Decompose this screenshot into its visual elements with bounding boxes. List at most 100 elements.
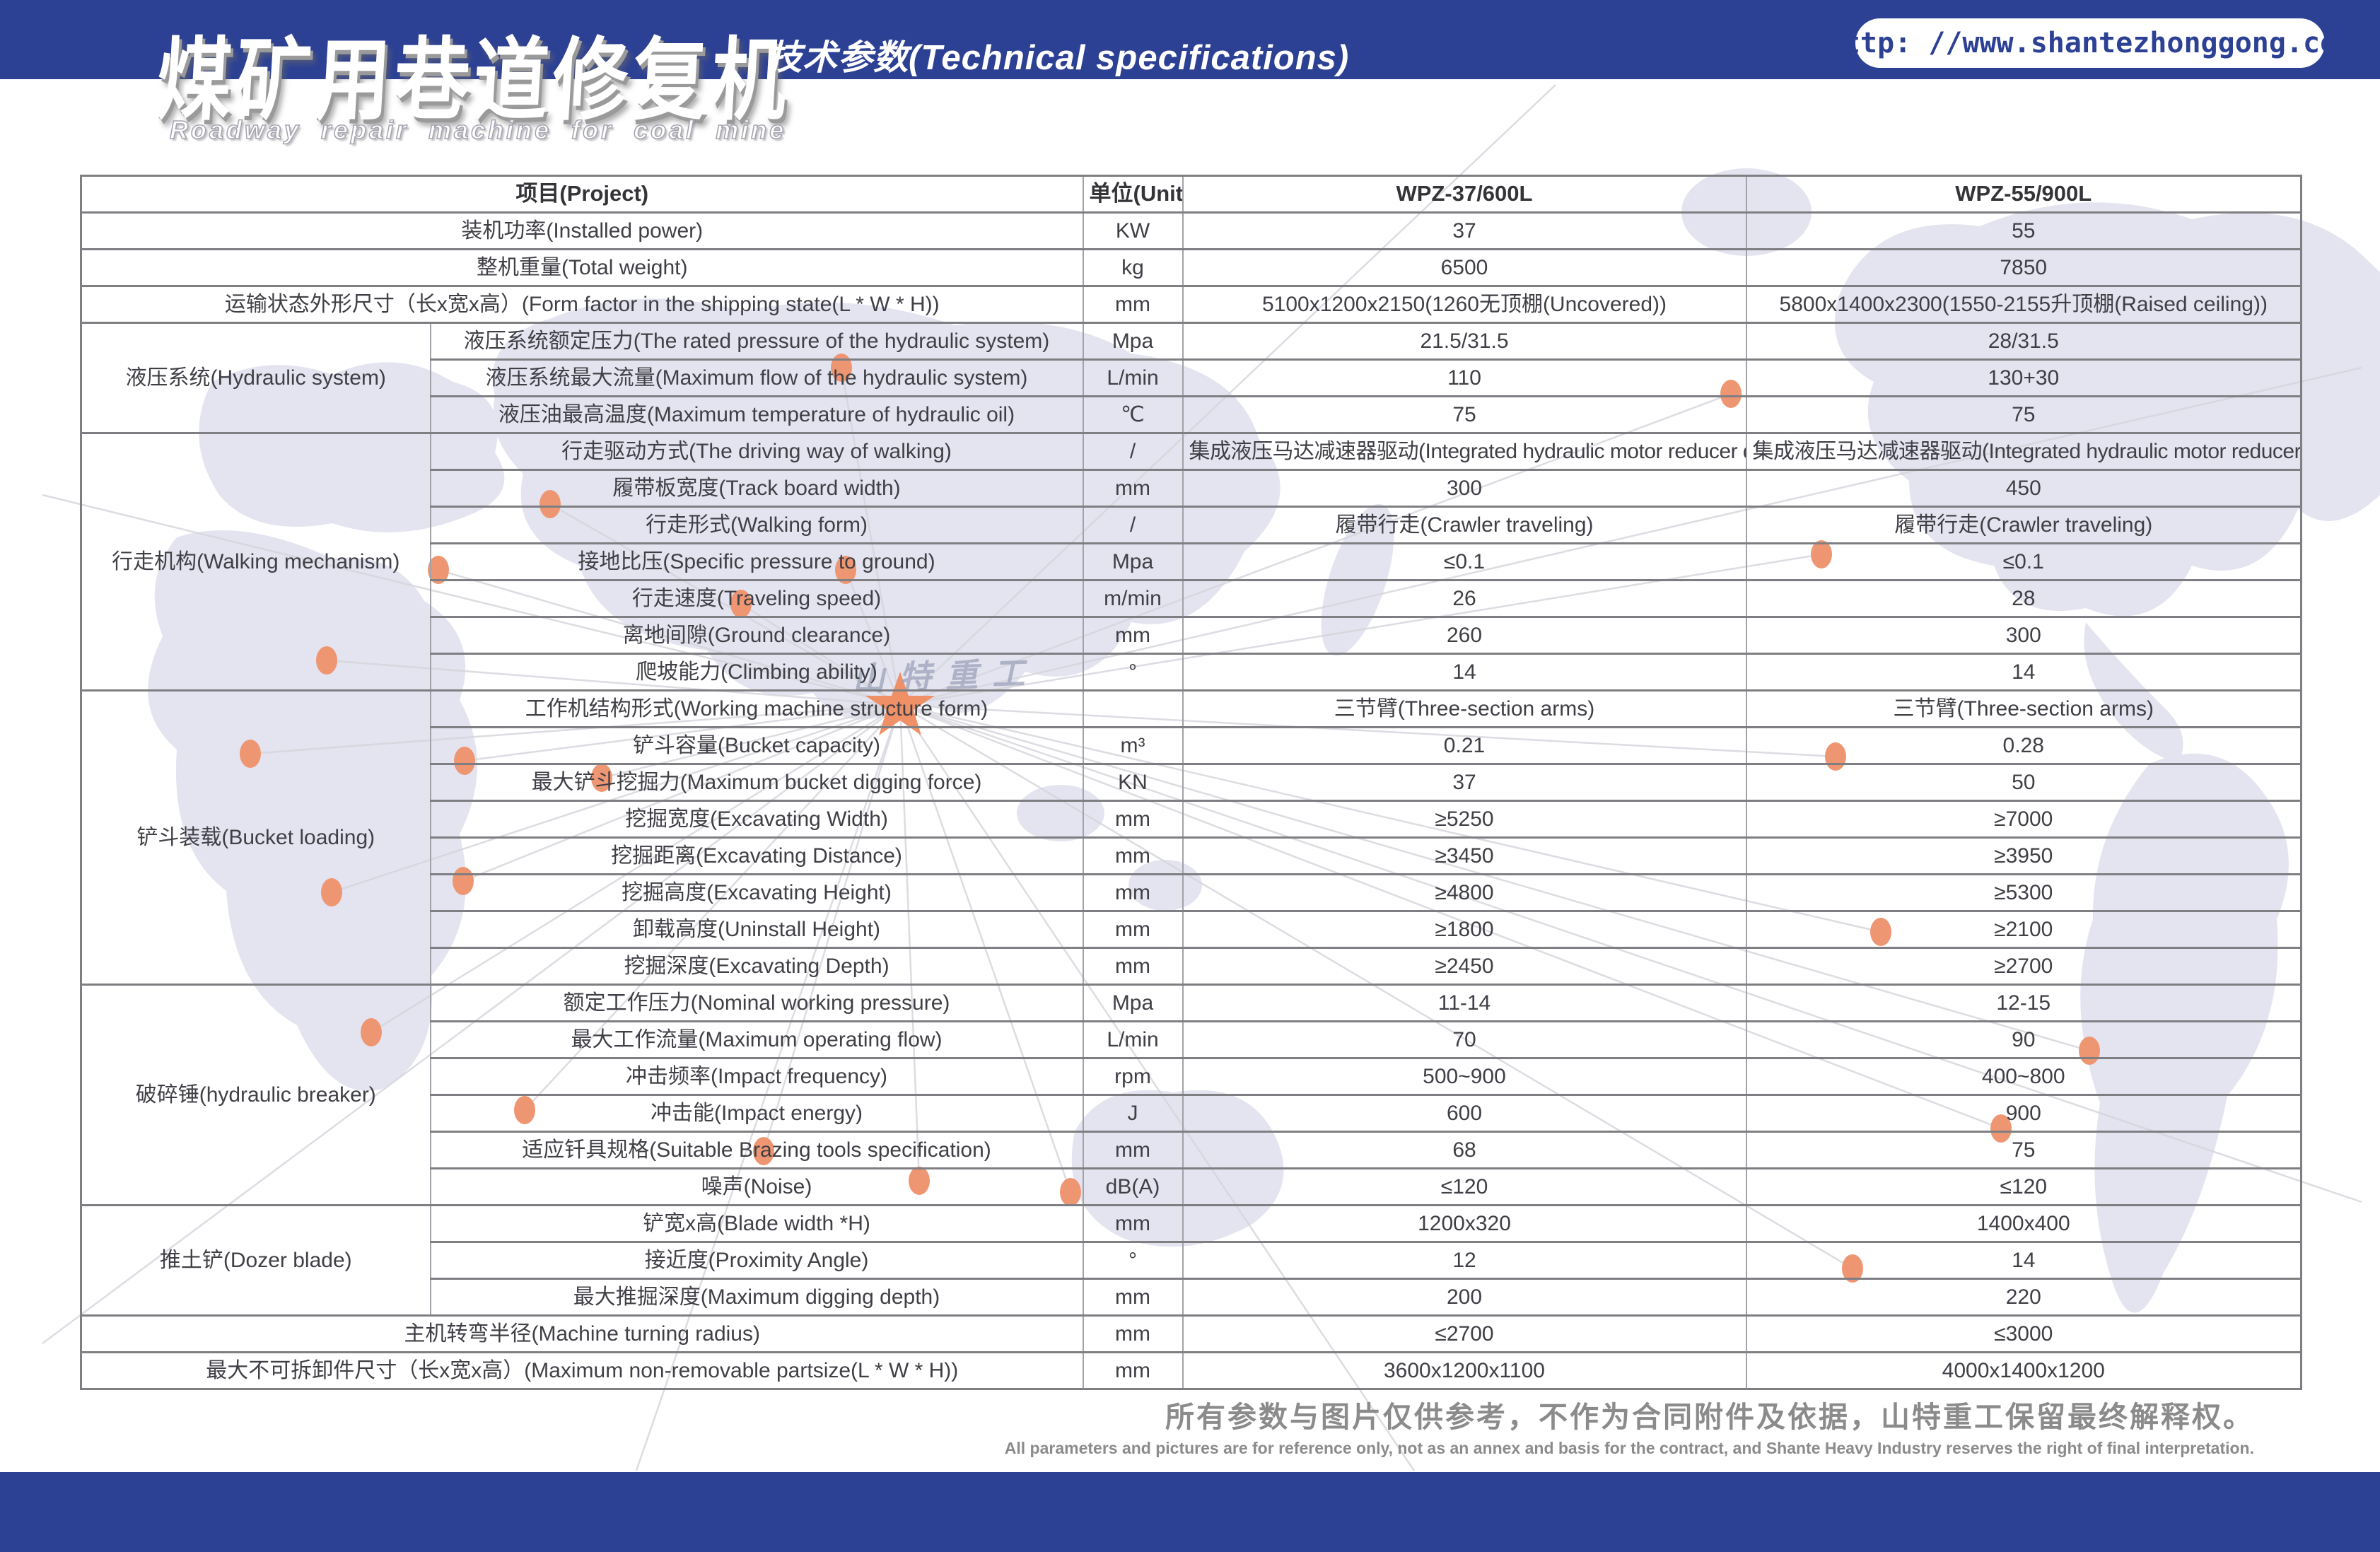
table-row: 主机转弯半径(Machine turning radius)mm≤2700≤30… — [81, 1316, 2302, 1353]
item-cell: 接近度(Proximity Angle) — [431, 1242, 1083, 1279]
spec-table-body: 装机功率(Installed power)KW3755整机重量(Total we… — [81, 213, 2302, 1389]
item-cell: 液压系统额定压力(The rated pressure of the hydra… — [431, 323, 1083, 360]
spec-sheet-page: 煤矿用巷道修复机 Roadway repair machine for coal… — [0, 0, 2380, 1552]
table-header-row: 项目(Project) 单位(Unit) WPZ-37/600L WPZ-55/… — [81, 176, 2302, 213]
value-cell-wpz55: 130+30 — [1746, 360, 2302, 397]
item-cell: 最大推掘深度(Maximum digging depth) — [431, 1279, 1083, 1316]
value-cell-wpz37: ≥4800 — [1183, 875, 1746, 911]
unit-cell: mm — [1083, 948, 1183, 985]
value-cell-wpz37: 600 — [1183, 1095, 1746, 1132]
value-cell-wpz37: ≥3450 — [1183, 838, 1746, 875]
value-cell-wpz37: 70 — [1183, 1022, 1746, 1058]
item-cell: 运输状态外形尺寸（长x宽x高）(Form factor in the shipp… — [81, 286, 1083, 323]
item-cell: 主机转弯半径(Machine turning radius) — [81, 1316, 1083, 1353]
unit-cell: / — [1083, 507, 1183, 544]
unit-cell: mm — [1083, 875, 1183, 911]
value-cell-wpz37: 110 — [1183, 360, 1746, 397]
value-cell-wpz37: 21.5/31.5 — [1183, 323, 1746, 360]
website-url[interactable]: Http: //www.shantezhonggong.com — [1855, 18, 2325, 68]
unit-cell: J — [1083, 1095, 1183, 1132]
table-row: 整机重量(Total weight)kg65007850 — [81, 250, 2302, 286]
unit-cell: L/min — [1083, 360, 1183, 397]
table-row: 液压系统(Hydraulic system)液压系统额定压力(The rated… — [81, 323, 2302, 360]
value-cell-wpz37: 200 — [1183, 1279, 1746, 1316]
unit-cell: kg — [1083, 250, 1183, 286]
value-cell-wpz37: ≥1800 — [1183, 911, 1746, 948]
value-cell-wpz55: 12-15 — [1746, 985, 2302, 1022]
spec-table: 项目(Project) 单位(Unit) WPZ-37/600L WPZ-55/… — [80, 175, 2302, 1390]
unit-cell: mm — [1083, 286, 1183, 323]
table-row: 破碎锤(hydraulic breaker)额定工作压力(Nominal wor… — [81, 985, 2302, 1022]
value-cell-wpz55: ≥2700 — [1746, 948, 2302, 985]
item-cell: 液压油最高温度(Maximum temperature of hydraulic… — [431, 397, 1083, 433]
item-cell: 适应钎具规格(Suitable Brazing tools specificat… — [431, 1132, 1083, 1169]
value-cell-wpz37: 三节臂(Three-section arms) — [1183, 691, 1746, 728]
item-cell: 冲击频率(Impact frequency) — [431, 1058, 1083, 1095]
table-row: 最大不可拆卸件尺寸（长x宽x高）(Maximum non-removable p… — [81, 1353, 2302, 1389]
value-cell-wpz55: 1400x400 — [1746, 1206, 2302, 1242]
disclaimer-en: All parameters and pictures are for refe… — [1005, 1439, 2254, 1458]
value-cell-wpz37: 履带行走(Crawler traveling) — [1183, 507, 1746, 544]
item-cell: 装机功率(Installed power) — [81, 213, 1083, 250]
item-cell: 液压系统最大流量(Maximum flow of the hydraulic s… — [431, 360, 1083, 397]
value-cell-wpz37: 14 — [1183, 654, 1746, 691]
item-cell: 铲斗容量(Bucket capacity) — [431, 728, 1083, 764]
unit-cell: mm — [1083, 1206, 1183, 1242]
column-header-unit: 单位(Unit) — [1083, 176, 1183, 213]
value-cell-wpz55: 75 — [1746, 397, 2302, 433]
value-cell-wpz55: ≥3950 — [1746, 838, 2302, 875]
unit-cell: mm — [1083, 470, 1183, 507]
unit-cell: ° — [1083, 1242, 1183, 1279]
item-cell: 行走形式(Walking form) — [431, 507, 1083, 544]
value-cell-wpz37: 1200x320 — [1183, 1206, 1746, 1242]
item-cell: 最大工作流量(Maximum operating flow) — [431, 1022, 1083, 1058]
column-header-model1: WPZ-37/600L — [1183, 176, 1746, 213]
value-cell-wpz55: 450 — [1746, 470, 2302, 507]
value-cell-wpz37: 37 — [1183, 213, 1746, 250]
item-cell: 卸载高度(Uninstall Height) — [431, 911, 1083, 948]
table-row: 装机功率(Installed power)KW3755 — [81, 213, 2302, 250]
item-cell: 铲宽x高(Blade width *H) — [431, 1206, 1083, 1242]
item-cell: 最大不可拆卸件尺寸（长x宽x高）(Maximum non-removable p… — [81, 1353, 1083, 1389]
value-cell-wpz55: ≥2100 — [1746, 911, 2302, 948]
value-cell-wpz37: 68 — [1183, 1132, 1746, 1169]
unit-cell: ° — [1083, 654, 1183, 691]
item-cell: 行走速度(Traveling speed) — [431, 580, 1083, 617]
unit-cell: Mpa — [1083, 985, 1183, 1022]
value-cell-wpz37: 260 — [1183, 617, 1746, 654]
item-cell: 挖掘宽度(Excavating Width) — [431, 801, 1083, 838]
item-cell: 离地间隙(Ground clearance) — [431, 617, 1083, 654]
value-cell-wpz55: 220 — [1746, 1279, 2302, 1316]
value-cell-wpz55: 400~800 — [1746, 1058, 2302, 1095]
group-cell: 液压系统(Hydraulic system) — [81, 323, 431, 433]
value-cell-wpz55: 75 — [1746, 1132, 2302, 1169]
unit-cell: mm — [1083, 1316, 1183, 1353]
disclaimer-cn: 所有参数与图片仅供参考，不作为合同附件及依据，山特重工保留最终解释权。 — [1005, 1393, 2254, 1435]
value-cell-wpz37: 500~900 — [1183, 1058, 1746, 1095]
value-cell-wpz37: 12 — [1183, 1242, 1746, 1279]
unit-cell: mm — [1083, 838, 1183, 875]
group-cell: 破碎锤(hydraulic breaker) — [81, 985, 431, 1206]
unit-cell: KW — [1083, 213, 1183, 250]
value-cell-wpz37: ≤2700 — [1183, 1316, 1746, 1353]
value-cell-wpz37: 集成液压马达减速器驱动(Integrated hydraulic motor r… — [1183, 433, 1746, 470]
value-cell-wpz55: ≥7000 — [1746, 801, 2302, 838]
value-cell-wpz55: ≤3000 — [1746, 1316, 2302, 1353]
column-header-project: 项目(Project) — [81, 176, 1083, 213]
footer-bar — [0, 1472, 2380, 1552]
unit-cell: m/min — [1083, 580, 1183, 617]
unit-cell: rpm — [1083, 1058, 1183, 1095]
disclaimer: 所有参数与图片仅供参考，不作为合同附件及依据，山特重工保留最终解释权。 All … — [1005, 1393, 2254, 1458]
item-cell: 挖掘高度(Excavating Height) — [431, 875, 1083, 911]
item-cell: 额定工作压力(Nominal working pressure) — [431, 985, 1083, 1022]
value-cell-wpz37: 3600x1200x1100 — [1183, 1353, 1746, 1389]
value-cell-wpz55: 三节臂(Three-section arms) — [1746, 691, 2302, 728]
item-cell: 冲击能(Impact energy) — [431, 1095, 1083, 1132]
value-cell-wpz55: 履带行走(Crawler traveling) — [1746, 507, 2302, 544]
item-cell: 挖掘深度(Excavating Depth) — [431, 948, 1083, 985]
value-cell-wpz37: 26 — [1183, 580, 1746, 617]
item-cell: 行走驱动方式(The driving way of walking) — [431, 433, 1083, 470]
unit-cell: dB(A) — [1083, 1169, 1183, 1206]
item-cell: 噪声(Noise) — [431, 1169, 1083, 1206]
unit-cell: mm — [1083, 617, 1183, 654]
